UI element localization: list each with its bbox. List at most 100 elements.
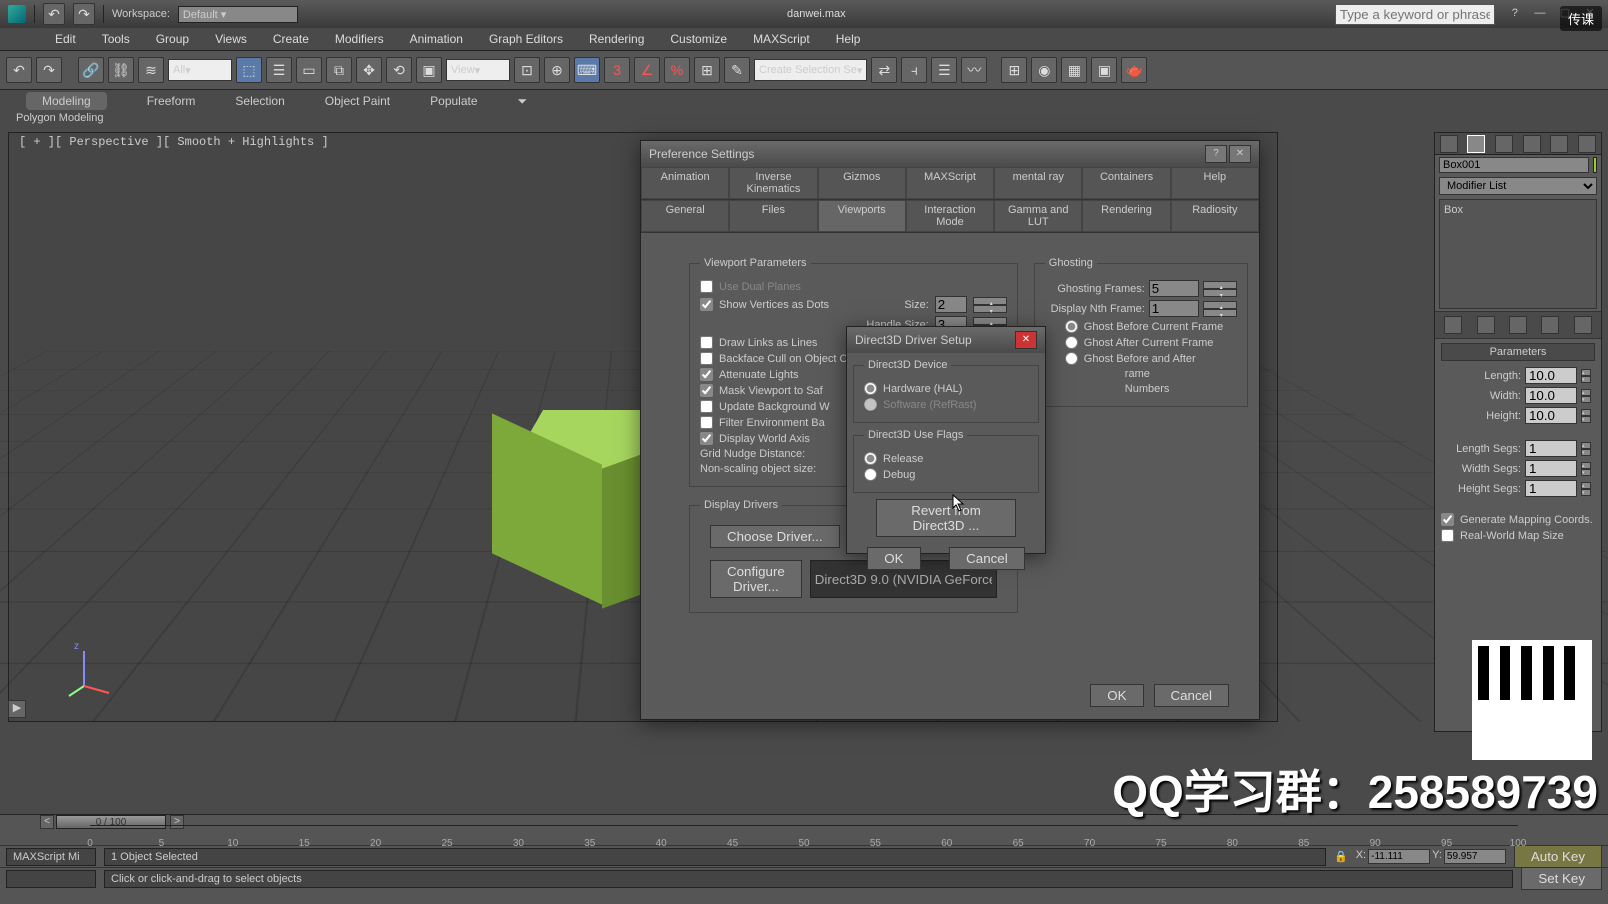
pref-ok-button[interactable]: OK [1090, 684, 1143, 707]
display-nth-input[interactable] [1149, 300, 1199, 317]
display-panel-icon[interactable] [1550, 135, 1568, 153]
tab-maxscript[interactable]: MAXScript [906, 167, 994, 199]
menu-graph-editors[interactable]: Graph Editors [489, 32, 563, 46]
menu-modifiers[interactable]: Modifiers [335, 32, 384, 46]
ribbon-collapse-icon[interactable]: ⏷ [518, 94, 528, 109]
workspace-dropdown[interactable]: Default ▾ [178, 6, 298, 23]
debug-radio[interactable] [864, 468, 877, 481]
show-vertices-checkbox[interactable] [700, 298, 713, 311]
rotate-icon[interactable]: ⟲ [386, 57, 412, 83]
menu-edit[interactable]: Edit [55, 32, 76, 46]
x-coord-input[interactable] [1368, 849, 1430, 864]
mirror-icon[interactable]: ⇄ [871, 57, 897, 83]
draw-links-checkbox[interactable] [700, 336, 713, 349]
sub-ribbon-label[interactable]: Polygon Modeling [0, 112, 1608, 132]
tab-radiosity[interactable]: Radiosity [1171, 200, 1259, 232]
tab-gizmos[interactable]: Gizmos [818, 167, 906, 199]
stack-item-box[interactable]: Box [1444, 204, 1592, 216]
link-icon[interactable]: 🔗 [78, 57, 104, 83]
time-ruler[interactable]: 0510152025303540455055606570758085909510… [90, 825, 1518, 849]
menu-tools[interactable]: Tools [102, 32, 130, 46]
width-input[interactable] [1525, 387, 1577, 404]
display-world-axis-checkbox[interactable] [700, 432, 713, 445]
unlink-icon[interactable]: ⛓ [108, 57, 134, 83]
ghosting-frames-spinner[interactable]: ▴▾ [1203, 281, 1237, 297]
ribbon-tab-freeform[interactable]: Freeform [147, 94, 196, 108]
filter-env-checkbox[interactable] [700, 416, 713, 429]
tab-ik[interactable]: Inverse Kinematics [729, 167, 817, 199]
parameters-header[interactable]: Parameters [1441, 343, 1595, 361]
make-unique-icon[interactable] [1509, 316, 1527, 334]
attenuate-lights-checkbox[interactable] [700, 368, 713, 381]
length-segs-spinner[interactable]: ▴▾ [1581, 442, 1591, 456]
length-segs-input[interactable] [1525, 440, 1577, 457]
utilities-panel-icon[interactable] [1578, 135, 1596, 153]
real-world-checkbox[interactable] [1441, 529, 1454, 542]
pref-close-button[interactable]: ✕ [1229, 145, 1251, 163]
menu-views[interactable]: Views [215, 32, 247, 46]
height-segs-spinner[interactable]: ▴▾ [1581, 482, 1591, 496]
tab-rendering[interactable]: Rendering [1082, 200, 1170, 232]
mask-viewport-checkbox[interactable] [700, 384, 713, 397]
modifier-stack[interactable]: Box [1439, 199, 1597, 309]
tab-animation[interactable]: Animation [641, 167, 729, 199]
gen-mapping-checkbox[interactable] [1441, 513, 1454, 526]
window-cross-icon[interactable]: ⧉ [326, 57, 352, 83]
vertex-size-spinner[interactable]: ▴▾ [973, 297, 1007, 313]
menu-animation[interactable]: Animation [410, 32, 463, 46]
d3d-close-button[interactable]: ✕ [1015, 331, 1037, 349]
color-swatch[interactable] [1593, 157, 1597, 173]
set-key-button[interactable]: Set Key [1521, 867, 1602, 890]
play-widget[interactable]: ▶ [8, 700, 26, 718]
menu-group[interactable]: Group [156, 32, 189, 46]
scale-icon[interactable]: ▣ [416, 57, 442, 83]
material-editor-icon[interactable]: ◉ [1031, 57, 1057, 83]
reference-coord-dropdown[interactable]: View ▾ [446, 59, 510, 81]
lock-icon[interactable]: 🔒 [1334, 850, 1348, 863]
align-icon[interactable]: ⫞ [901, 57, 927, 83]
undo-button[interactable]: ↶ [6, 57, 32, 83]
d3d-ok-button[interactable]: OK [867, 547, 920, 570]
selection-set-dropdown[interactable]: Create Selection Se ▾ [754, 59, 867, 81]
tab-general[interactable]: General [641, 200, 729, 232]
tab-files[interactable]: Files [729, 200, 817, 232]
modify-panel-icon[interactable] [1467, 135, 1485, 153]
undo-icon[interactable]: ↶ [43, 3, 65, 25]
render-icon[interactable]: 🫖 [1121, 57, 1147, 83]
redo-icon[interactable]: ↷ [73, 3, 95, 25]
length-spinner[interactable]: ▴▾ [1581, 369, 1591, 383]
motion-panel-icon[interactable] [1523, 135, 1541, 153]
ghost-both-radio[interactable] [1065, 352, 1078, 365]
move-icon[interactable]: ✥ [356, 57, 382, 83]
select-icon[interactable]: ⬚ [236, 57, 262, 83]
menu-help[interactable]: Help [836, 32, 861, 46]
ribbon-tab-modeling[interactable]: Modeling [26, 92, 107, 110]
redo-button[interactable]: ↷ [36, 57, 62, 83]
percent-snap-icon[interactable]: % [664, 57, 690, 83]
tab-gamma[interactable]: Gamma and LUT [994, 200, 1082, 232]
schematic-icon[interactable]: ⊞ [1001, 57, 1027, 83]
manipulate-icon[interactable]: ⊕ [544, 57, 570, 83]
width-spinner[interactable]: ▴▾ [1581, 389, 1591, 403]
ribbon-tab-populate[interactable]: Populate [430, 94, 477, 108]
ribbon-tab-selection[interactable]: Selection [235, 94, 284, 108]
pref-cancel-button[interactable]: Cancel [1154, 684, 1230, 707]
height-spinner[interactable]: ▴▾ [1581, 409, 1591, 423]
revert-button[interactable]: Revert from Direct3D ... [876, 499, 1016, 537]
tab-interaction[interactable]: Interaction Mode [906, 200, 994, 232]
hardware-hal-radio[interactable] [864, 382, 877, 395]
width-segs-spinner[interactable]: ▴▾ [1581, 462, 1591, 476]
spinner-snap-icon[interactable]: ⊞ [694, 57, 720, 83]
configure-sets-icon[interactable] [1574, 316, 1592, 334]
ghosting-frames-input[interactable] [1149, 280, 1199, 297]
layer-icon[interactable]: ☰ [931, 57, 957, 83]
height-input[interactable] [1525, 407, 1577, 424]
auto-key-button[interactable]: Auto Key [1514, 845, 1602, 868]
keyboard-shortcuts-icon[interactable]: ⌨ [574, 57, 600, 83]
tab-containers[interactable]: Containers [1082, 167, 1170, 199]
ghost-after-radio[interactable] [1065, 336, 1078, 349]
length-input[interactable] [1525, 367, 1577, 384]
choose-driver-button[interactable]: Choose Driver... [710, 525, 840, 548]
menu-create[interactable]: Create [273, 32, 309, 46]
pref-help-button[interactable]: ? [1205, 145, 1227, 163]
